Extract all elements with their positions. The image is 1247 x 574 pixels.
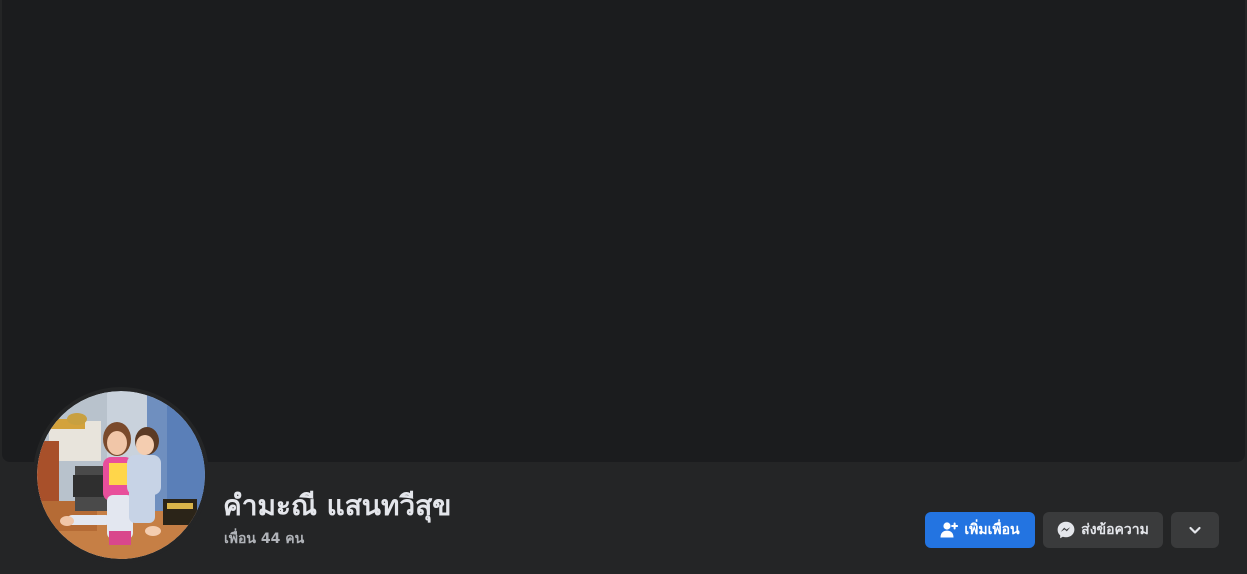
send-message-button[interactable]: ส่งข้อความ [1043,512,1163,548]
add-friend-label: เพิ่มเพื่อน [964,522,1020,538]
messenger-icon [1057,521,1075,539]
send-message-label: ส่งข้อความ [1081,522,1149,538]
profile-name: คำมะณี แสนทวีสุข [223,489,452,522]
profile-picture[interactable] [37,391,205,559]
add-friend-icon [940,521,959,539]
profile-picture-frame[interactable] [33,387,209,563]
chevron-down-icon [1186,521,1204,539]
more-options-button[interactable] [1171,512,1219,548]
cover-photo[interactable] [2,0,1245,462]
profile-header: คำมะณี แสนทวีสุข เพื่อน 44 คน เพิ่มเพื่อ… [0,0,1247,574]
friend-count[interactable]: เพื่อน 44 คน [224,529,304,549]
add-friend-button[interactable]: เพิ่มเพื่อน [925,512,1035,548]
